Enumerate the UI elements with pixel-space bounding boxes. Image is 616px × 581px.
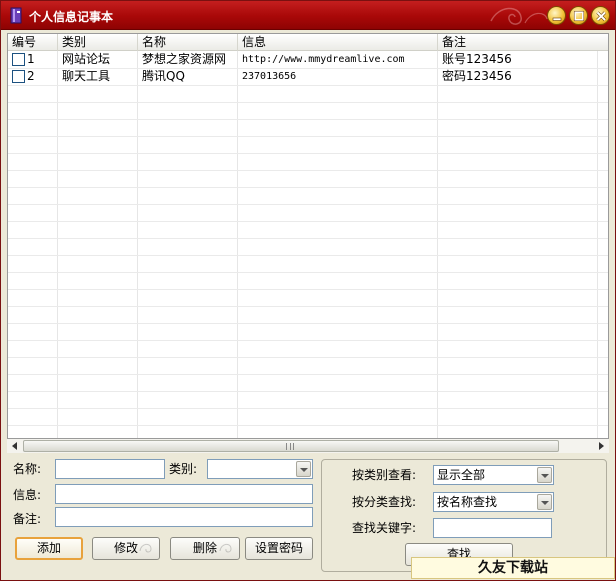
grid-line	[8, 119, 608, 120]
search-by-category-value: 按名称查找	[437, 495, 498, 509]
search-panel: 按类别查看: 显示全部 按分类查找: 按名称查找 查找关键字: 查找	[321, 459, 607, 572]
grid-line	[8, 272, 608, 273]
add-button[interactable]: 添加	[15, 537, 83, 560]
chevron-down-icon[interactable]	[537, 494, 552, 510]
grid-line	[57, 51, 58, 438]
name-input[interactable]	[55, 459, 165, 479]
title-bar[interactable]: 个人信息记事本	[1, 1, 615, 30]
scrollbar-grip-icon	[286, 443, 294, 450]
grid-line	[8, 357, 608, 358]
grid-line	[8, 85, 608, 86]
category-label: 类别:	[169, 462, 198, 476]
column-header-id[interactable]: 编号	[8, 34, 58, 51]
grid-line	[8, 238, 608, 239]
grid-line	[8, 425, 608, 426]
cell-id: 1	[27, 52, 35, 66]
cell-info: 237013656	[242, 71, 297, 82]
chevron-down-icon[interactable]	[296, 461, 311, 477]
category-select[interactable]	[207, 459, 313, 479]
window-title: 个人信息记事本	[29, 10, 114, 24]
grid-line	[8, 221, 608, 222]
grid-line	[597, 51, 598, 438]
grid-line	[8, 255, 608, 256]
add-button-label: 添加	[36, 541, 61, 555]
grid-line	[8, 323, 608, 324]
scroll-left-icon[interactable]	[8, 440, 22, 452]
title-swirl-decoration	[490, 7, 548, 25]
cell-note: 账号123456	[442, 52, 512, 66]
table-row[interactable]: 1 网站论坛 梦想之家资源网 http://www.mmydreamlive.c…	[8, 51, 608, 68]
grid-line	[8, 102, 608, 103]
note-input[interactable]	[55, 507, 313, 527]
column-header-category[interactable]: 类别	[58, 34, 138, 51]
column-header-name[interactable]: 名称	[138, 34, 238, 51]
delete-button[interactable]: 删除	[170, 537, 240, 560]
cell-category: 聊天工具	[62, 69, 111, 83]
keyword-input[interactable]	[433, 518, 552, 538]
view-by-category-value: 显示全部	[437, 468, 486, 482]
table-header: 编号 类别 名称 信息 备注	[8, 34, 608, 51]
keyword-label: 查找关键字:	[352, 521, 417, 535]
grid-line	[8, 391, 608, 392]
records-table[interactable]: 编号 类别 名称 信息 备注 1 网站论坛 梦想之家资源网 http://www…	[7, 33, 609, 439]
close-button[interactable]	[591, 6, 610, 25]
cell-id: 2	[27, 69, 35, 83]
cell-category: 网站论坛	[62, 52, 111, 66]
set-password-button-label: 设置密码	[254, 541, 303, 555]
view-by-category-label: 按类别查看:	[352, 468, 417, 482]
name-label: 名称:	[13, 462, 42, 476]
grid-line	[8, 170, 608, 171]
cell-note: 密码123456	[442, 69, 512, 83]
maximize-icon	[573, 10, 585, 22]
close-icon	[596, 11, 607, 22]
column-header-info[interactable]: 信息	[238, 34, 438, 51]
search-by-category-select[interactable]: 按名称查找	[433, 492, 554, 512]
minimize-button[interactable]	[547, 6, 566, 25]
chevron-down-icon[interactable]	[537, 467, 552, 483]
cell-name: 梦想之家资源网	[142, 52, 227, 66]
view-by-category-select[interactable]: 显示全部	[433, 465, 554, 485]
swirl-decoration-icon	[139, 543, 152, 553]
swirl-decoration-icon	[219, 543, 232, 553]
grid-line	[8, 374, 608, 375]
note-label: 备注:	[13, 512, 42, 526]
grid-line	[8, 408, 608, 409]
info-label: 信息:	[13, 488, 42, 502]
scroll-right-icon[interactable]	[594, 440, 608, 452]
grid-line	[8, 306, 608, 307]
app-window: 个人信息记事本 编号 类别 名称 信息 备注 1 网站论坛 梦想之家资源网 ht…	[0, 0, 616, 581]
cell-name: 腾讯QQ	[142, 69, 185, 83]
notebook-app-icon	[10, 7, 22, 24]
modify-button-label: 修改	[113, 541, 138, 555]
modify-button[interactable]: 修改	[92, 537, 160, 560]
search-by-category-label: 按分类查找:	[352, 495, 417, 509]
table-row[interactable]: 2 聊天工具 腾讯QQ 237013656 密码123456	[8, 68, 608, 85]
set-password-button[interactable]: 设置密码	[245, 537, 313, 560]
grid-line	[437, 51, 438, 438]
grid-line	[8, 340, 608, 341]
grid-line	[8, 187, 608, 188]
grid-line	[237, 51, 238, 438]
grid-line	[8, 153, 608, 154]
edit-panel: 名称: 类别: 信息: 备注: 添加 修改 删除 设置密码	[7, 456, 319, 574]
grid-line	[8, 204, 608, 205]
maximize-button[interactable]	[569, 6, 588, 25]
column-header-note[interactable]: 备注	[438, 34, 608, 51]
horizontal-scrollbar[interactable]	[7, 439, 609, 453]
info-input[interactable]	[55, 484, 313, 504]
cell-info: http://www.mmydreamlive.com	[242, 54, 405, 65]
minimize-icon	[552, 17, 562, 21]
scrollbar-thumb[interactable]	[23, 440, 559, 452]
grid-line	[137, 51, 138, 438]
watermark-banner: 久友下载站(www.9upk.com)	[411, 557, 615, 581]
grid-line	[8, 289, 608, 290]
delete-button-label: 删除	[192, 541, 217, 555]
grid-line	[8, 136, 608, 137]
